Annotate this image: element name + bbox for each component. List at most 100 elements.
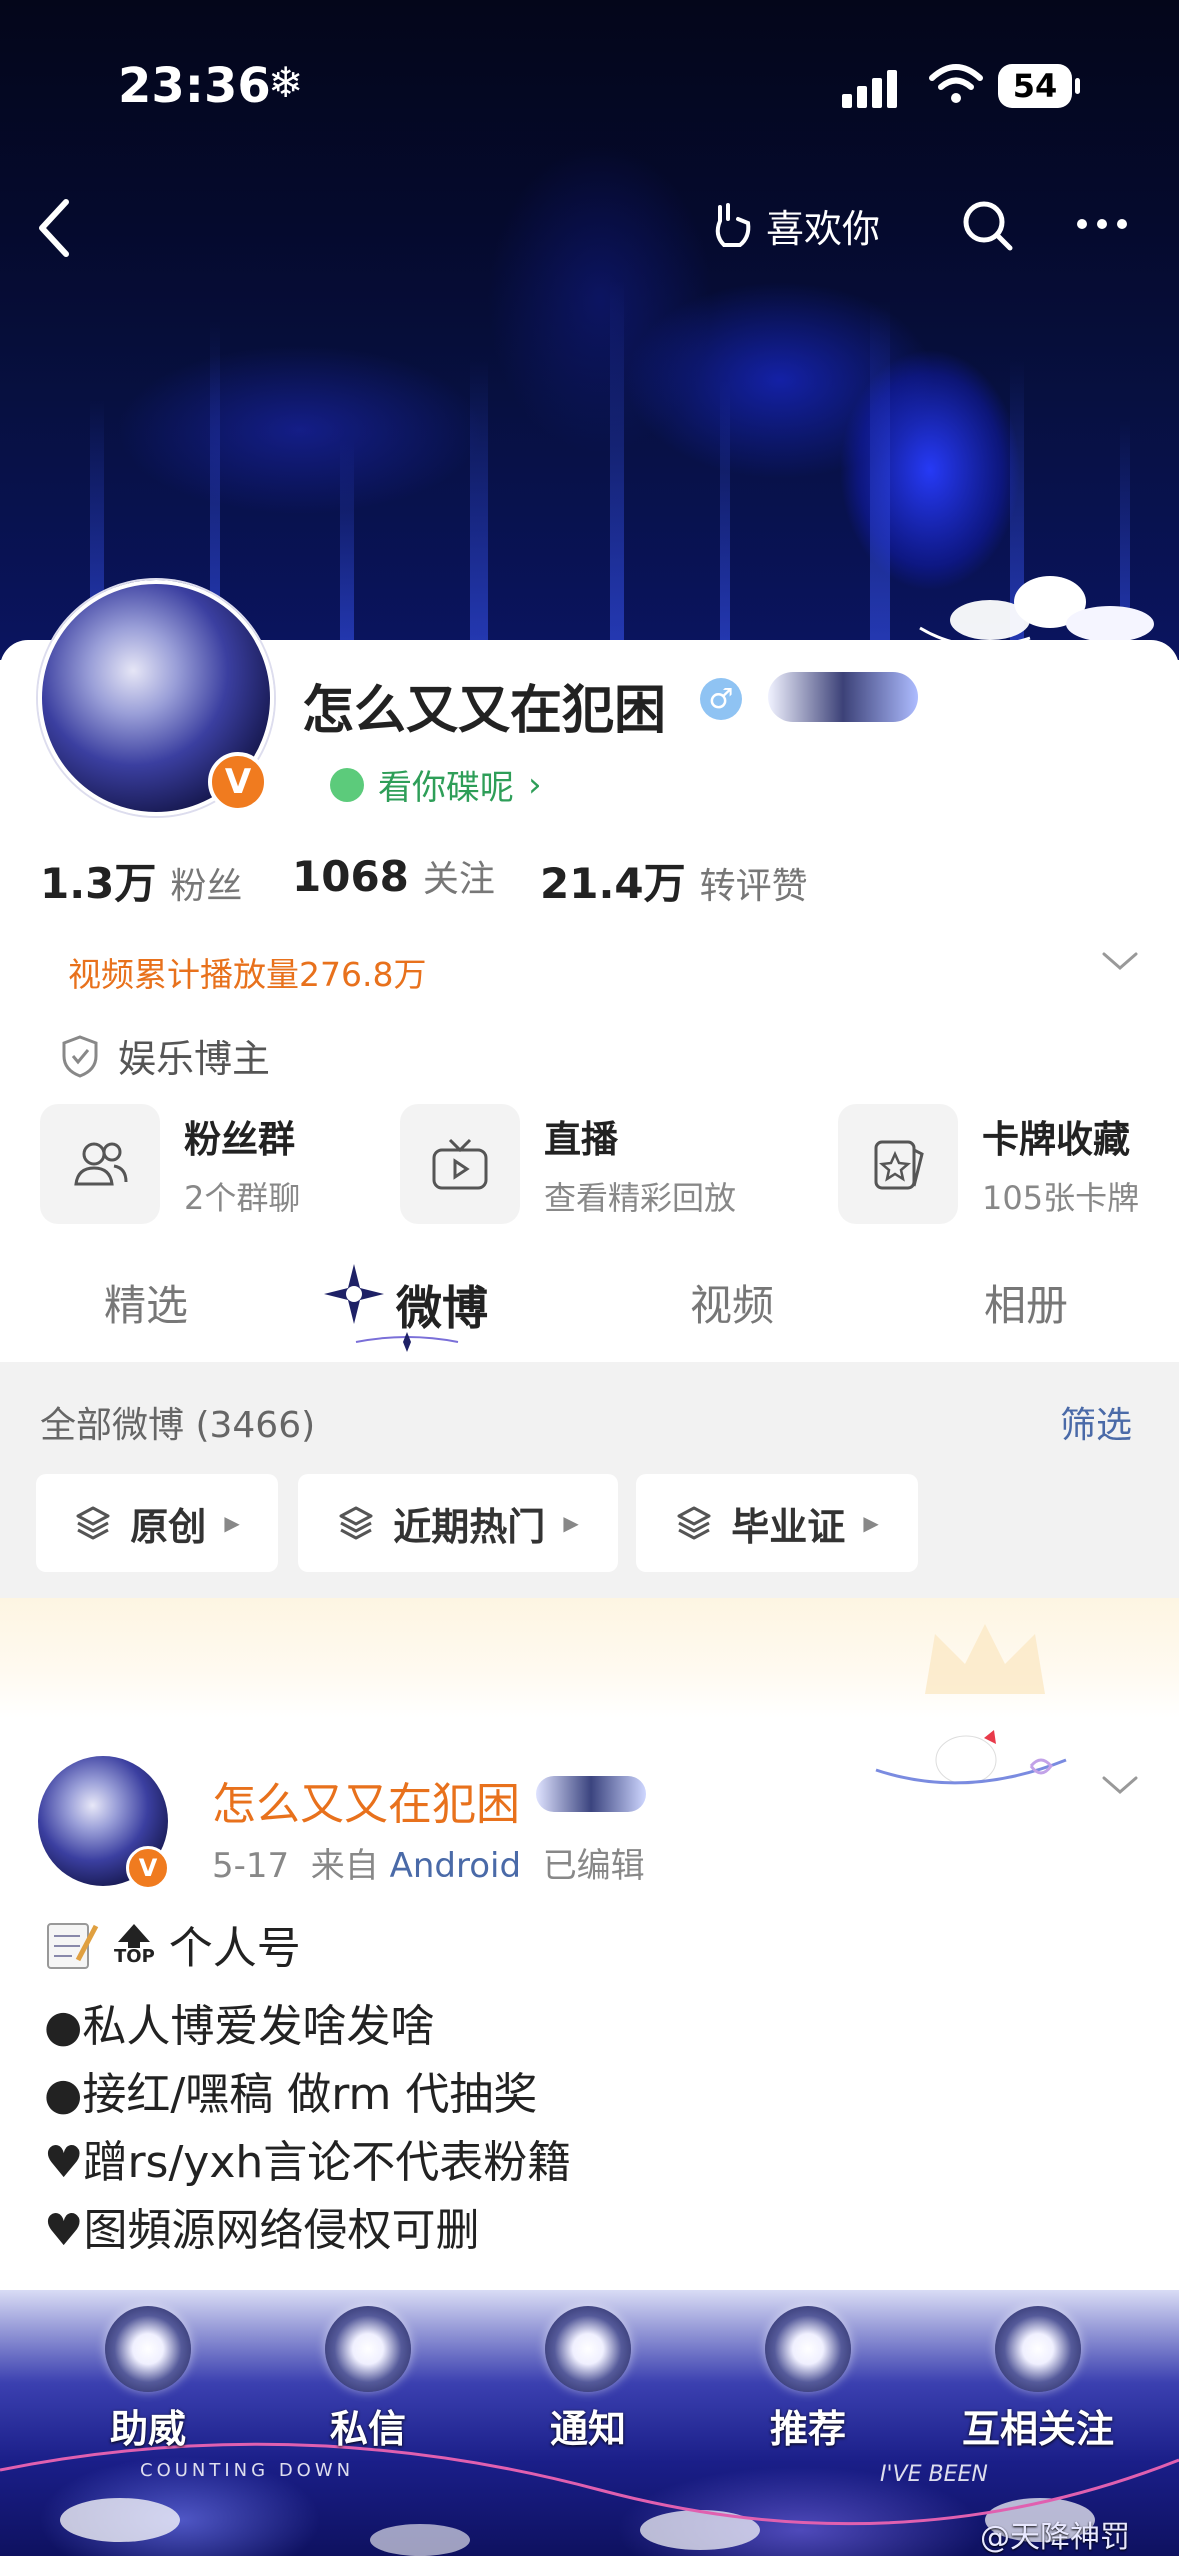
nav-messages[interactable]: 私信 (278, 2306, 458, 2453)
compass-star-icon (325, 2306, 411, 2392)
layers-icon (677, 1506, 711, 1540)
lily-star-icon (105, 2306, 191, 2392)
post-line: ●接红/嘿稿 做rm 代抽奖 (44, 2069, 538, 2120)
stat-value: 1.3万 (40, 859, 157, 908)
like-you-label: 喜欢你 (766, 207, 881, 251)
cellular-signal-icon (842, 70, 897, 108)
decor-text-right: I'VE BEEN (880, 2462, 988, 2487)
live-entry[interactable]: 直播 查看精彩回放 (400, 1104, 736, 1224)
crown-icon (925, 1624, 1045, 1694)
verified-badge-icon: V (126, 1846, 170, 1890)
layers-icon (76, 1506, 110, 1540)
shield-icon (62, 1034, 98, 1078)
chevron-down-icon[interactable] (1100, 1770, 1140, 1800)
post-from-label: 来自 (310, 1846, 379, 1886)
tab-weibo[interactable]: 微博 (396, 1272, 488, 1338)
caret-right-icon: ▶ (863, 1511, 879, 1535)
watermark: @天降神罚 (980, 2520, 1130, 2555)
chip-original[interactable]: 原创 ▶ (36, 1474, 278, 1572)
stat-label: 转评赞 (699, 866, 808, 907)
decor-text-left: COUNTING DOWN (140, 2460, 355, 2481)
caret-right-icon: ▶ (563, 1511, 579, 1535)
flower-icon (545, 2306, 631, 2392)
nav-support[interactable]: 助威 (58, 2306, 238, 2453)
feature-subtitle: 查看精彩回放 (544, 1179, 737, 1217)
stat-following[interactable]: 1068 关注 (292, 850, 495, 902)
battery-indicator: 54 (998, 64, 1080, 108)
snowflake-icon: ❄ (268, 58, 304, 107)
nav-label: 私信 (329, 2407, 406, 2451)
chip-label: 毕业证 (731, 1504, 846, 1549)
stat-fans[interactable]: 1.3万 粉丝 (40, 850, 242, 911)
post-edited: 已编辑 (542, 1846, 645, 1886)
fans-group-icon (40, 1104, 160, 1224)
tab-album[interactable]: 相册 (984, 1272, 1068, 1333)
star-flower-icon (324, 1264, 384, 1324)
creator-tag-label: 娱乐博主 (118, 1037, 271, 1081)
feature-subtitle: 2个群聊 (184, 1179, 301, 1217)
tab-featured[interactable]: 精选 (104, 1272, 188, 1333)
feature-title: 直播 (544, 1118, 618, 1161)
status-time: 23:36 (118, 58, 271, 114)
post-line: ●私人博爱发啥发啥 (44, 2001, 435, 2052)
fans-group-entry[interactable]: 粉丝群 2个群聊 (40, 1104, 300, 1224)
video-plays-text: 视频累计播放量276.8万 (68, 955, 427, 994)
name-decoration-badge (536, 1776, 646, 1812)
stat-value: 21.4万 (540, 859, 686, 908)
male-gender-icon: ♂ (700, 678, 742, 720)
post-meta: 5-17 来自 Android 已编辑 (212, 1838, 645, 1887)
top-icon: TOP (114, 1922, 155, 1966)
search-icon[interactable] (960, 198, 1016, 254)
nav-label: 推荐 (769, 2407, 846, 2451)
hello-kitty-sticker (875, 1730, 1067, 1785)
tv-icon (400, 1104, 520, 1224)
heart-hand-icon (715, 202, 751, 247)
chip-label: 原创 (130, 1504, 207, 1549)
post-source[interactable]: Android (390, 1846, 521, 1886)
chip-recent-hot[interactable]: 近期热门 ▶ (298, 1474, 618, 1572)
all-weibo-count: 全部微博 (3466) (40, 1405, 316, 1446)
more-icon[interactable] (1074, 214, 1130, 234)
wifi-icon (929, 64, 983, 103)
chip-label: 近期热门 (393, 1504, 546, 1549)
post-line: TOP 个人号 (44, 1912, 301, 1976)
post-text: 个人号 (168, 1923, 301, 1974)
tab-video[interactable]: 视频 (690, 1272, 774, 1333)
post-author-name[interactable]: 怎么又又在犯困 (212, 1768, 520, 1832)
post-date: 5-17 (212, 1846, 290, 1886)
clover-icon (995, 2306, 1081, 2392)
post-line: ♥蹭rs/yxh言论不代表粉籍 (44, 2137, 572, 2188)
like-you-button[interactable]: 喜欢你 (710, 198, 880, 253)
nav-recommend[interactable]: 推荐 (718, 2306, 898, 2453)
post-line: ♥图頻源网络侵权可删 (44, 2205, 480, 2256)
creator-tag[interactable]: 娱乐博主 (60, 1028, 270, 1083)
feature-title: 粉丝群 (184, 1118, 295, 1161)
profile-username: 怎么又又在犯困 (302, 681, 667, 741)
verified-badge-icon: V (208, 752, 268, 812)
nav-label: 通知 (549, 2407, 626, 2451)
back-arrow-icon[interactable] (34, 196, 74, 260)
name-decoration-badge[interactable] (768, 672, 918, 722)
card-collection-entry[interactable]: 卡牌收藏 105张卡牌 (838, 1104, 1139, 1224)
feature-title: 卡牌收藏 (982, 1118, 1130, 1161)
card-icon (838, 1104, 958, 1224)
feature-subtitle: 105张卡牌 (982, 1179, 1140, 1217)
stat-interactions[interactable]: 21.4万 转评赞 (540, 850, 808, 911)
chevron-right-icon: › (528, 764, 542, 805)
stat-value: 1068 (292, 852, 409, 901)
stat-label: 关注 (422, 859, 495, 900)
chip-graduation[interactable]: 毕业证 ▶ (636, 1474, 918, 1572)
nav-label: 互相关注 (961, 2407, 1114, 2451)
stat-label: 粉丝 (170, 866, 243, 907)
nav-notifications[interactable]: 通知 (498, 2306, 678, 2453)
memo-icon (47, 1923, 99, 1969)
layers-icon (339, 1506, 373, 1540)
filter-button[interactable]: 筛选 (1060, 1396, 1132, 1448)
tab-underline-decoration (355, 1332, 459, 1352)
smiley-icon (330, 767, 364, 802)
caret-right-icon: ▶ (224, 1511, 240, 1535)
mood-label: 看你碟呢 (378, 768, 514, 808)
mood-status[interactable]: 看你碟呢 › (330, 760, 542, 809)
chevron-down-icon[interactable] (1100, 946, 1140, 976)
nav-mutual-follow[interactable]: 互相关注 (938, 2306, 1138, 2453)
